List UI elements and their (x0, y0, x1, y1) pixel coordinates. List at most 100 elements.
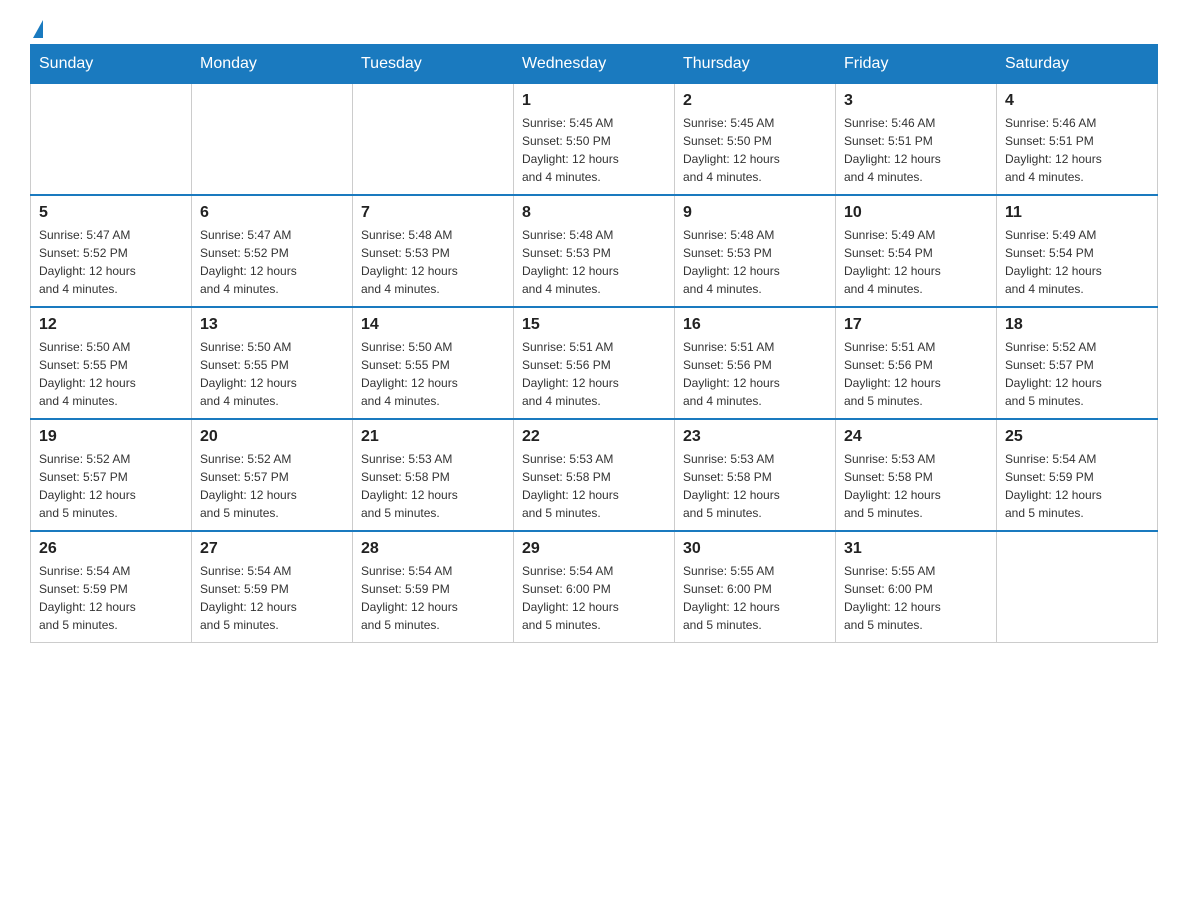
calendar-cell: 12 Sunrise: 5:50 AM Sunset: 5:55 PM Dayli… (31, 307, 192, 419)
day-info: Sunrise: 5:54 AM Sunset: 5:59 PM Dayligh… (200, 562, 344, 634)
calendar-cell: 8Sunrise: 5:48 AM Sunset: 5:53 PM Daylig… (514, 195, 675, 307)
day-info: Sunrise: 5:53 AM Sunset: 5:58 PM Dayligh… (683, 450, 827, 522)
calendar-cell: 1 Sunrise: 5:45 AM Sunset: 5:50 PM Daylig… (514, 84, 675, 196)
calendar-cell: 10 Sunrise: 5:49 AM Sunset: 5:54 PM Dayli… (836, 195, 997, 307)
calendar-week-row: 1 Sunrise: 5:45 AM Sunset: 5:50 PM Daylig… (31, 84, 1158, 196)
calendar-cell: 11 Sunrise: 5:49 AM Sunset: 5:54 PM Dayli… (997, 195, 1158, 307)
calendar-cell: 18 Sunrise: 5:52 AM Sunset: 5:57 PM Dayli… (997, 307, 1158, 419)
calendar-cell: 26 Sunrise: 5:54 AM Sunset: 5:59 PM Dayli… (31, 531, 192, 643)
calendar-cell: 14 Sunrise: 5:50 AM Sunset: 5:55 PM Dayli… (353, 307, 514, 419)
calendar-cell (997, 531, 1158, 643)
page-header (30, 20, 1158, 34)
column-header-thursday: Thursday (675, 45, 836, 84)
day-number: 10 (844, 204, 988, 222)
calendar-cell: 6Sunrise: 5:47 AM Sunset: 5:52 PM Daylig… (192, 195, 353, 307)
day-number: 25 (1005, 428, 1149, 446)
calendar-cell: 24 Sunrise: 5:53 AM Sunset: 5:58 PM Dayli… (836, 419, 997, 531)
day-info: Sunrise: 5:49 AM Sunset: 5:54 PM Dayligh… (1005, 226, 1149, 298)
day-info: Sunrise: 5:50 AM Sunset: 5:55 PM Dayligh… (39, 338, 183, 410)
day-info: Sunrise: 5:48 AM Sunset: 5:53 PM Dayligh… (683, 226, 827, 298)
calendar-cell (353, 84, 514, 196)
day-info: Sunrise: 5:45 AM Sunset: 5:50 PM Dayligh… (683, 114, 827, 186)
calendar-cell: 31 Sunrise: 5:55 AM Sunset: 6:00 PM Dayli… (836, 531, 997, 643)
calendar-cell: 7 Sunrise: 5:48 AM Sunset: 5:53 PM Daylig… (353, 195, 514, 307)
day-info: Sunrise: 5:52 AM Sunset: 5:57 PM Dayligh… (1005, 338, 1149, 410)
column-header-sunday: Sunday (31, 45, 192, 84)
calendar-cell: 3 Sunrise: 5:46 AM Sunset: 5:51 PM Daylig… (836, 84, 997, 196)
calendar-cell: 28Sunrise: 5:54 AM Sunset: 5:59 PM Dayli… (353, 531, 514, 643)
day-info: Sunrise: 5:51 AM Sunset: 5:56 PM Dayligh… (844, 338, 988, 410)
day-info: Sunrise: 5:48 AM Sunset: 5:53 PM Dayligh… (361, 226, 505, 298)
calendar-cell: 25 Sunrise: 5:54 AM Sunset: 5:59 PM Dayli… (997, 419, 1158, 531)
day-info: Sunrise: 5:52 AM Sunset: 5:57 PM Dayligh… (39, 450, 183, 522)
calendar-cell: 13 Sunrise: 5:50 AM Sunset: 5:55 PM Dayli… (192, 307, 353, 419)
calendar-cell: 30 Sunrise: 5:55 AM Sunset: 6:00 PM Dayli… (675, 531, 836, 643)
day-info: Sunrise: 5:55 AM Sunset: 6:00 PM Dayligh… (683, 562, 827, 634)
day-number: 11 (1005, 204, 1149, 222)
day-info: Sunrise: 5:51 AM Sunset: 5:56 PM Dayligh… (683, 338, 827, 410)
calendar-cell (31, 84, 192, 196)
calendar-cell: 29Sunrise: 5:54 AM Sunset: 6:00 PM Dayli… (514, 531, 675, 643)
day-number: 16 (683, 316, 827, 334)
calendar-cell: 4Sunrise: 5:46 AM Sunset: 5:51 PM Daylig… (997, 84, 1158, 196)
day-number: 9 (683, 204, 827, 222)
column-header-friday: Friday (836, 45, 997, 84)
calendar-cell: 9 Sunrise: 5:48 AM Sunset: 5:53 PM Daylig… (675, 195, 836, 307)
day-info: Sunrise: 5:53 AM Sunset: 5:58 PM Dayligh… (361, 450, 505, 522)
day-number: 8 (522, 204, 666, 222)
calendar-week-row: 12 Sunrise: 5:50 AM Sunset: 5:55 PM Dayli… (31, 307, 1158, 419)
day-number: 29 (522, 540, 666, 558)
calendar-cell: 16 Sunrise: 5:51 AM Sunset: 5:56 PM Dayli… (675, 307, 836, 419)
logo (30, 20, 43, 34)
day-number: 26 (39, 540, 183, 558)
day-info: Sunrise: 5:54 AM Sunset: 5:59 PM Dayligh… (1005, 450, 1149, 522)
day-number: 1 (522, 92, 666, 110)
day-number: 27 (200, 540, 344, 558)
calendar-cell: 2 Sunrise: 5:45 AM Sunset: 5:50 PM Daylig… (675, 84, 836, 196)
day-number: 2 (683, 92, 827, 110)
day-number: 28 (361, 540, 505, 558)
day-number: 3 (844, 92, 988, 110)
day-number: 7 (361, 204, 505, 222)
day-number: 12 (39, 316, 183, 334)
day-number: 18 (1005, 316, 1149, 334)
day-info: Sunrise: 5:50 AM Sunset: 5:55 PM Dayligh… (200, 338, 344, 410)
calendar-cell: 20 Sunrise: 5:52 AM Sunset: 5:57 PM Dayli… (192, 419, 353, 531)
calendar-cell: 15Sunrise: 5:51 AM Sunset: 5:56 PM Dayli… (514, 307, 675, 419)
day-number: 31 (844, 540, 988, 558)
calendar-table: SundayMondayTuesdayWednesdayThursdayFrid… (30, 44, 1158, 643)
day-number: 13 (200, 316, 344, 334)
day-info: Sunrise: 5:54 AM Sunset: 5:59 PM Dayligh… (39, 562, 183, 634)
day-number: 5 (39, 204, 183, 222)
day-number: 24 (844, 428, 988, 446)
calendar-cell: 19 Sunrise: 5:52 AM Sunset: 5:57 PM Dayli… (31, 419, 192, 531)
calendar-cell: 21 Sunrise: 5:53 AM Sunset: 5:58 PM Dayli… (353, 419, 514, 531)
calendar-cell: 17Sunrise: 5:51 AM Sunset: 5:56 PM Dayli… (836, 307, 997, 419)
calendar-cell: 5 Sunrise: 5:47 AM Sunset: 5:52 PM Daylig… (31, 195, 192, 307)
day-number: 21 (361, 428, 505, 446)
day-info: Sunrise: 5:55 AM Sunset: 6:00 PM Dayligh… (844, 562, 988, 634)
day-number: 14 (361, 316, 505, 334)
day-number: 30 (683, 540, 827, 558)
day-info: Sunrise: 5:53 AM Sunset: 5:58 PM Dayligh… (522, 450, 666, 522)
calendar-cell: 22 Sunrise: 5:53 AM Sunset: 5:58 PM Dayli… (514, 419, 675, 531)
day-info: Sunrise: 5:52 AM Sunset: 5:57 PM Dayligh… (200, 450, 344, 522)
column-header-wednesday: Wednesday (514, 45, 675, 84)
day-number: 22 (522, 428, 666, 446)
day-info: Sunrise: 5:46 AM Sunset: 5:51 PM Dayligh… (844, 114, 988, 186)
day-number: 15 (522, 316, 666, 334)
calendar-header-row: SundayMondayTuesdayWednesdayThursdayFrid… (31, 45, 1158, 84)
day-info: Sunrise: 5:53 AM Sunset: 5:58 PM Dayligh… (844, 450, 988, 522)
column-header-monday: Monday (192, 45, 353, 84)
day-info: Sunrise: 5:47 AM Sunset: 5:52 PM Dayligh… (200, 226, 344, 298)
day-info: Sunrise: 5:49 AM Sunset: 5:54 PM Dayligh… (844, 226, 988, 298)
day-info: Sunrise: 5:45 AM Sunset: 5:50 PM Dayligh… (522, 114, 666, 186)
column-header-tuesday: Tuesday (353, 45, 514, 84)
column-header-saturday: Saturday (997, 45, 1158, 84)
calendar-week-row: 19 Sunrise: 5:52 AM Sunset: 5:57 PM Dayli… (31, 419, 1158, 531)
day-number: 19 (39, 428, 183, 446)
day-number: 20 (200, 428, 344, 446)
day-info: Sunrise: 5:50 AM Sunset: 5:55 PM Dayligh… (361, 338, 505, 410)
calendar-cell: 23Sunrise: 5:53 AM Sunset: 5:58 PM Dayli… (675, 419, 836, 531)
day-info: Sunrise: 5:47 AM Sunset: 5:52 PM Dayligh… (39, 226, 183, 298)
